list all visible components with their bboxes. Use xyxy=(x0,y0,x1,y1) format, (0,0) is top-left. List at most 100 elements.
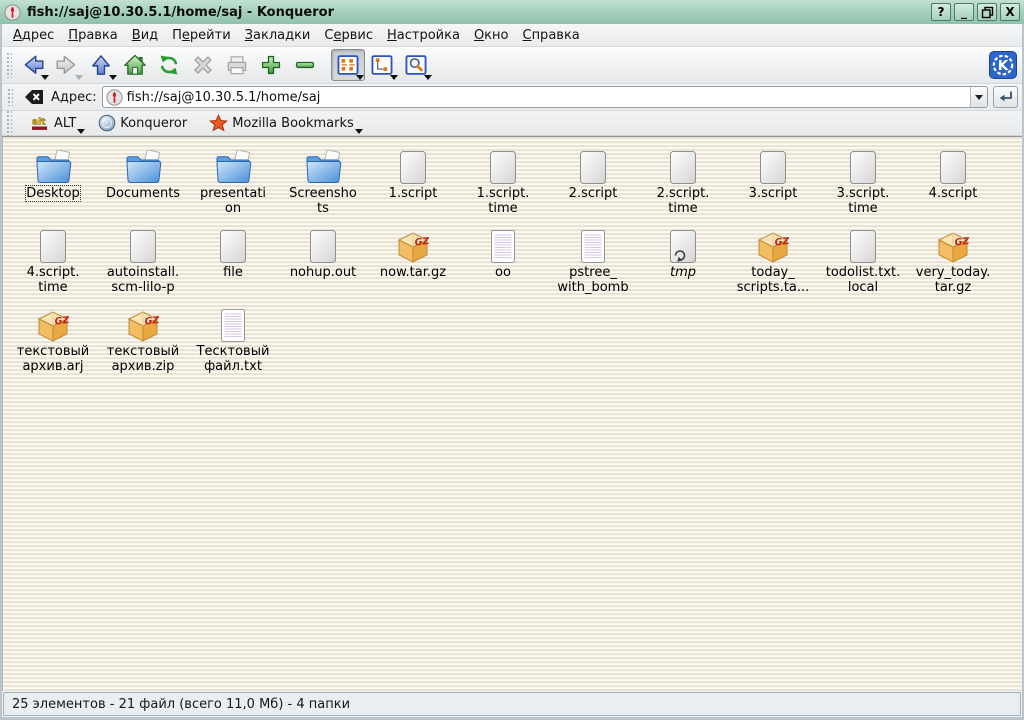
home-icon xyxy=(122,52,148,78)
toolbar-drag-handle[interactable] xyxy=(7,88,13,106)
file-item[interactable]: GZтекстовыйархив.zip xyxy=(98,301,188,378)
file-item[interactable]: oo xyxy=(458,222,548,299)
address-input[interactable] xyxy=(127,87,970,107)
dropdown-arrow-icon xyxy=(390,75,398,80)
close-button[interactable]: X xyxy=(1000,3,1020,21)
menu-edit[interactable]: Правка xyxy=(61,25,124,46)
file-item[interactable]: presentation xyxy=(188,143,278,220)
reload-button[interactable] xyxy=(152,49,186,81)
file-label: Desktop xyxy=(26,186,80,201)
menu-address[interactable]: Адрес xyxy=(6,25,61,46)
file-item[interactable]: Desktop xyxy=(8,143,98,220)
file-item[interactable]: 4.script.time xyxy=(8,222,98,299)
home-button[interactable] xyxy=(118,49,152,81)
file-item[interactable]: todolist.txt.local xyxy=(818,222,908,299)
folder-icon xyxy=(32,143,74,185)
blank-icon xyxy=(488,143,518,185)
file-item[interactable]: Screenshots xyxy=(278,143,368,220)
address-combobox[interactable] xyxy=(102,86,988,108)
address-toolbar: Адрес: xyxy=(2,84,1022,111)
back-button[interactable] xyxy=(16,49,50,81)
file-item[interactable]: nohup.out xyxy=(278,222,368,299)
blank-icon xyxy=(398,143,428,185)
file-item[interactable]: 2.script xyxy=(548,143,638,220)
file-item[interactable]: tmp xyxy=(638,222,728,299)
toolbar-drag-handle[interactable] xyxy=(6,52,12,78)
file-item[interactable]: 2.script.time xyxy=(638,143,728,220)
file-item[interactable]: GZnow.tar.gz xyxy=(368,222,458,299)
menu-settings[interactable]: Настройка xyxy=(380,25,467,46)
zoom-in-button[interactable] xyxy=(254,49,288,81)
preview-button[interactable] xyxy=(399,49,433,81)
bookmark-label: Mozilla Bookmarks xyxy=(232,116,354,131)
folder-icon xyxy=(212,143,254,185)
bookmark-alt[interactable]: altALT xyxy=(28,113,84,134)
go-button[interactable] xyxy=(993,86,1018,108)
alt-logo-icon: alt xyxy=(30,115,50,132)
text-icon xyxy=(488,222,518,264)
file-label: todolist.txt.local xyxy=(826,265,901,295)
menu-view[interactable]: Вид xyxy=(125,25,165,46)
restore-button[interactable] xyxy=(977,3,997,21)
statusbar: 25 элементов - 21 файл (всего 11,0 Мб) -… xyxy=(3,692,1021,716)
file-label: Documents xyxy=(106,186,180,201)
blank-icon xyxy=(308,222,338,264)
help-button[interactable]: ? xyxy=(931,3,951,21)
minimize-button[interactable]: _ xyxy=(954,3,974,21)
clear-location-icon[interactable] xyxy=(22,86,46,108)
file-item[interactable]: 1.script xyxy=(368,143,458,220)
file-label: 1.script.time xyxy=(477,186,530,216)
forward-button[interactable] xyxy=(50,49,84,81)
toolbar-drag-handle[interactable] xyxy=(6,110,12,136)
menu-window[interactable]: Окно xyxy=(467,25,516,46)
fish-protocol-icon xyxy=(106,89,123,106)
status-text: 25 элементов - 21 файл (всего 11,0 Мб) -… xyxy=(12,697,350,712)
zoom-in-icon xyxy=(258,52,284,78)
file-item[interactable]: 3.script xyxy=(728,143,818,220)
menu-help[interactable]: Справка xyxy=(515,25,586,46)
file-label: Тесктовыйфайл.txt xyxy=(197,344,270,374)
file-label: now.tar.gz xyxy=(380,265,446,280)
menu-bookmarks[interactable]: Закладки xyxy=(238,25,318,46)
file-item[interactable]: GZvery_today.tar.gz xyxy=(908,222,998,299)
file-item[interactable]: 3.script.time xyxy=(818,143,908,220)
file-label: very_today.tar.gz xyxy=(916,265,990,295)
menu-tools[interactable]: Сервис xyxy=(317,25,380,46)
file-item[interactable]: GZtoday_scripts.ta... xyxy=(728,222,818,299)
svg-text:GZ: GZ xyxy=(774,236,791,249)
symlink-icon xyxy=(668,222,698,264)
up-button[interactable] xyxy=(84,49,118,81)
folder-icon xyxy=(302,143,344,185)
blank-icon xyxy=(38,222,68,264)
bookmark-konqueror[interactable]: Konqueror xyxy=(96,112,195,134)
svg-text:alt: alt xyxy=(32,117,46,127)
bookmark-mozilla-bookmarks[interactable]: Mozilla Bookmarks xyxy=(207,112,362,134)
zoom-out-button[interactable] xyxy=(288,49,322,81)
file-icon-view[interactable]: DesktopDocumentspresentationScreenshots1… xyxy=(2,136,1022,691)
icon-view-button[interactable] xyxy=(331,49,365,81)
menu-go[interactable]: Перейти xyxy=(165,25,238,46)
address-dropdown-button[interactable] xyxy=(970,87,987,107)
blank-icon xyxy=(128,222,158,264)
titlebar[interactable]: fish://saj@10.30.5.1/home/saj - Konquero… xyxy=(0,0,1024,24)
window-title: fish://saj@10.30.5.1/home/saj - Konquero… xyxy=(27,5,922,20)
blank-icon xyxy=(848,143,878,185)
blank-icon xyxy=(668,143,698,185)
stop-button[interactable] xyxy=(186,49,220,81)
file-item[interactable]: autoinstall.scm-lilo-p xyxy=(98,222,188,299)
file-item[interactable]: Тесктовыйфайл.txt xyxy=(188,301,278,378)
file-item[interactable]: pstree_with_bomb xyxy=(548,222,638,299)
tree-view-button[interactable] xyxy=(365,49,399,81)
svg-text:K: K xyxy=(998,58,1009,74)
reload-icon xyxy=(156,52,182,78)
file-item[interactable]: file xyxy=(188,222,278,299)
file-item[interactable]: GZтекстовыйархив.arj xyxy=(8,301,98,378)
file-item[interactable]: 4.script xyxy=(908,143,998,220)
archive-icon: GZ xyxy=(934,222,972,264)
dropdown-arrow-icon xyxy=(41,75,49,80)
file-label: текстовыйархив.arj xyxy=(17,344,89,374)
main-toolbar: K xyxy=(2,47,1022,84)
file-item[interactable]: Documents xyxy=(98,143,188,220)
file-item[interactable]: 1.script.time xyxy=(458,143,548,220)
print-button[interactable] xyxy=(220,49,254,81)
